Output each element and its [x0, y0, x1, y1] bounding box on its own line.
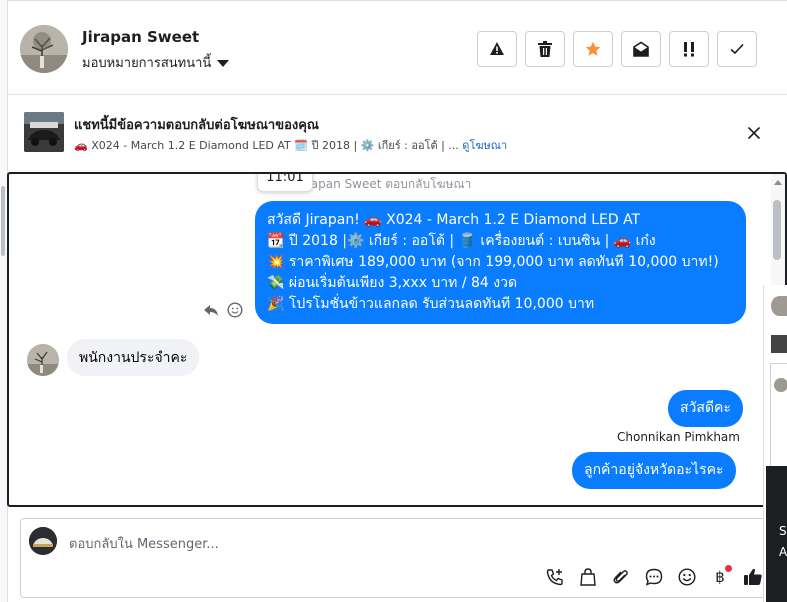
ad-message-line: 💸 ผ่อนเริ่มต้นเพียง 3,xxx บาท / 84 งวด: [267, 275, 518, 291]
calendar-emoji: 🗓️: [294, 139, 308, 152]
ad-message-line: 💥 ราคาพิเศษ 189,000 บาท (จาก 199,000 บาท…: [267, 254, 719, 270]
ad-model: X024 - March 1.2 E Diamond LED AT: [91, 139, 291, 152]
reply-arrow-icon[interactable]: [203, 302, 219, 318]
outgoing-message-bubble[interactable]: สวัสดีคะ: [668, 390, 743, 427]
scroll-up-arrow-icon[interactable]: [774, 180, 782, 185]
delete-button[interactable]: [525, 31, 565, 67]
view-ad-link[interactable]: ดูโฆษณา: [462, 139, 507, 152]
overlapping-side-panel: S A: [763, 285, 787, 602]
popup-letter: S: [779, 524, 787, 538]
ad-reply-notice: Jirapan Sweet ตอบกลับโฆษณา: [299, 177, 472, 191]
sender-name: Chonnikan Pimkham: [617, 430, 740, 444]
baht-icon: ฿: [715, 568, 725, 586]
phone-plus-icon: [546, 569, 563, 586]
check-icon: [730, 43, 744, 55]
attach-button[interactable]: [611, 567, 631, 587]
ad-year: ปี 2018 |: [311, 139, 358, 152]
ad-banner-title: แชทนี้มีข้อความตอบกลับต่อโฆษณาของคุณ: [74, 118, 319, 133]
payment-button[interactable]: ฿: [710, 565, 732, 587]
mark-done-button[interactable]: [717, 31, 757, 67]
scrollbar-thumb[interactable]: [773, 200, 781, 260]
warning-icon: [490, 42, 504, 55]
page-avatar: [29, 527, 57, 555]
ad-message-line: 🎉 โปรโมชั่นข้าวแลกลด รับส่วนลดทันที 10,0…: [267, 296, 595, 312]
panel-dark-popup: S A: [766, 466, 787, 602]
ad-message-line: 📆 ปี 2018 |⚙️ เกียร์ : ออโต้ | 🛢️ เครื่อ…: [267, 233, 656, 249]
ad-banner-description: 🚗 X024 - March 1.2 E Diamond LED AT 🗓️ ป…: [74, 136, 507, 154]
conversation-header: Jirapan Sweet มอบหมายการสนทนานี้: [8, 0, 787, 95]
ad-thumbnail[interactable]: [24, 112, 64, 152]
gear-emoji: ⚙️: [360, 139, 375, 152]
ad-message-bubble[interactable]: สวัสดี Jirapan! 🚗 X024 - March 1.2 E Dia…: [255, 201, 746, 324]
contact-avatar-small: [27, 344, 59, 376]
incoming-message-bubble[interactable]: พนักงานประจำคะ: [67, 339, 200, 376]
chevron-down-icon: [217, 59, 230, 67]
left-pane-scrollbar[interactable]: [1, 186, 5, 256]
thumbs-up-icon: [744, 568, 762, 585]
add-reaction-icon[interactable]: [227, 302, 243, 318]
panel-mini-avatar: [774, 378, 787, 392]
emoji-button[interactable]: [677, 567, 697, 587]
assign-label: มอบหมายการสนทนานี้: [82, 56, 212, 71]
paperclip-icon: [613, 570, 628, 584]
panel-card: [770, 363, 787, 467]
close-icon[interactable]: [747, 126, 761, 140]
contact-avatar[interactable]: [20, 25, 68, 73]
star-icon: [585, 41, 601, 56]
contact-name: Jirapan Sweet: [82, 28, 200, 46]
ad-message-line: สวัสดี Jirapan! 🚗 X024 - March 1.2 E Dia…: [267, 212, 641, 228]
outgoing-message-bubble[interactable]: ลูกค้าอยู่จังหวัดอะไรคะ: [572, 452, 736, 489]
popup-letter: A: [779, 545, 787, 559]
assign-conversation-dropdown[interactable]: มอบหมายการสนทนานี้: [82, 52, 230, 73]
message-thread[interactable]: Jirapan Sweet ตอบกลับโฆษณา 11:01 สวัสดี …: [7, 172, 787, 507]
mark-unread-button[interactable]: [621, 31, 661, 67]
smiley-icon: [678, 568, 696, 586]
panel-avatar[interactable]: [771, 296, 787, 316]
message-composer: ตอบกลับใน Messenger... ฿: [20, 518, 768, 598]
saved-replies-button[interactable]: [644, 567, 664, 587]
ad-reply-banner: แชทนี้มีข้อความตอบกลับต่อโฆษณาของคุณ 🚗 X…: [8, 96, 787, 170]
car-emoji: 🚗: [74, 139, 88, 152]
shopping-bag-icon: [580, 568, 596, 586]
chat-bubble-icon: [645, 568, 663, 586]
notification-dot: [725, 565, 732, 572]
ad-gear: เกียร์ : ออโต้ | ...: [377, 139, 459, 152]
follow-up-button[interactable]: [669, 31, 709, 67]
timestamp-tooltip: 11:01: [257, 174, 313, 192]
panel-ad-thumbnail[interactable]: [771, 335, 787, 353]
trash-icon: [538, 41, 552, 57]
call-button[interactable]: [545, 567, 565, 587]
like-button[interactable]: [743, 567, 763, 587]
double-exclamation-icon: [684, 42, 694, 57]
star-button[interactable]: [573, 31, 613, 67]
reply-input[interactable]: ตอบกลับใน Messenger...: [69, 533, 219, 554]
shop-button[interactable]: [578, 567, 598, 587]
mark-spam-button[interactable]: [477, 31, 517, 67]
envelope-open-icon: [633, 41, 649, 57]
